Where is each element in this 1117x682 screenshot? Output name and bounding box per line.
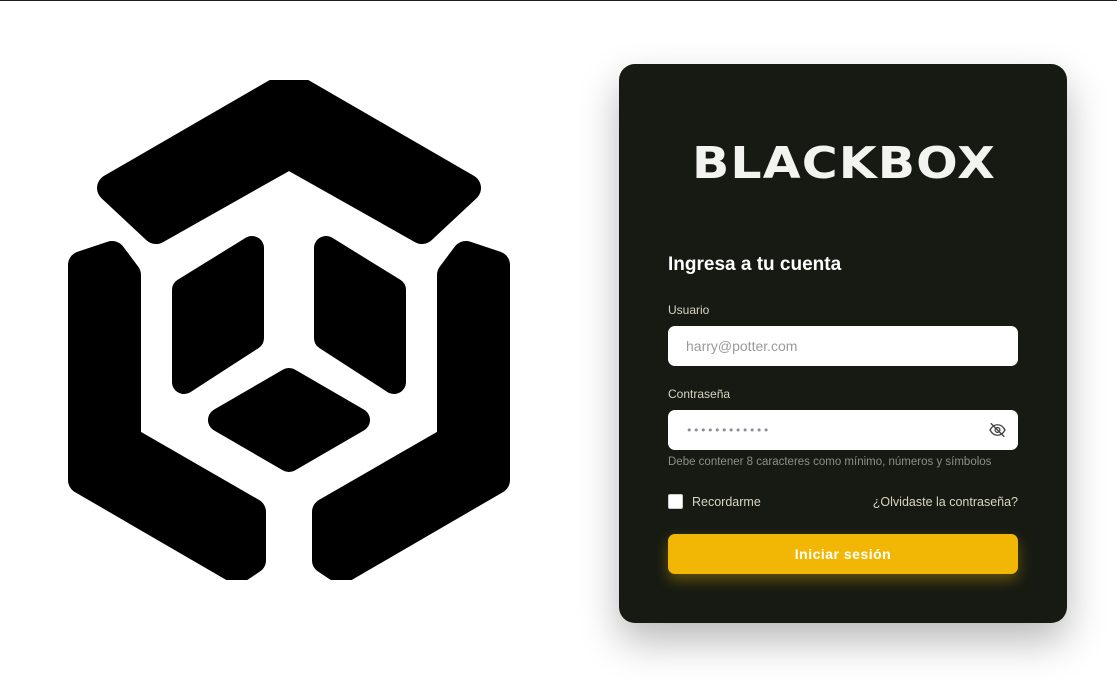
remember-checkbox[interactable] [668,494,683,509]
password-label: Contraseña [668,387,731,401]
forgot-password-link[interactable]: ¿Olvidaste la contraseña? [873,495,1018,509]
eye-off-icon[interactable] [988,421,1007,439]
username-label: Usuario [668,303,710,317]
brand-logo: BLACKBOX [692,142,996,182]
remember-me: Recordarme [668,494,761,509]
password-hint: Debe contener 8 caracteres como mínimo, … [668,456,992,468]
svg-text:BLACKBOX: BLACKBOX [692,142,996,182]
username-input[interactable] [668,326,1018,366]
login-button[interactable]: Iniciar sesión [668,534,1018,574]
blackbox-cube-logo-icon [68,80,510,580]
password-field-wrapper: •••••••••••• [668,410,1018,450]
password-mask: •••••••••••• [686,424,770,437]
login-card: BLACKBOX Ingresa a tu cuenta Usuario Con… [619,64,1067,623]
remember-label: Recordarme [692,494,761,509]
username-field-wrapper [668,326,1018,366]
login-heading: Ingresa a tu cuenta [668,254,842,275]
top-border [0,0,1117,1]
